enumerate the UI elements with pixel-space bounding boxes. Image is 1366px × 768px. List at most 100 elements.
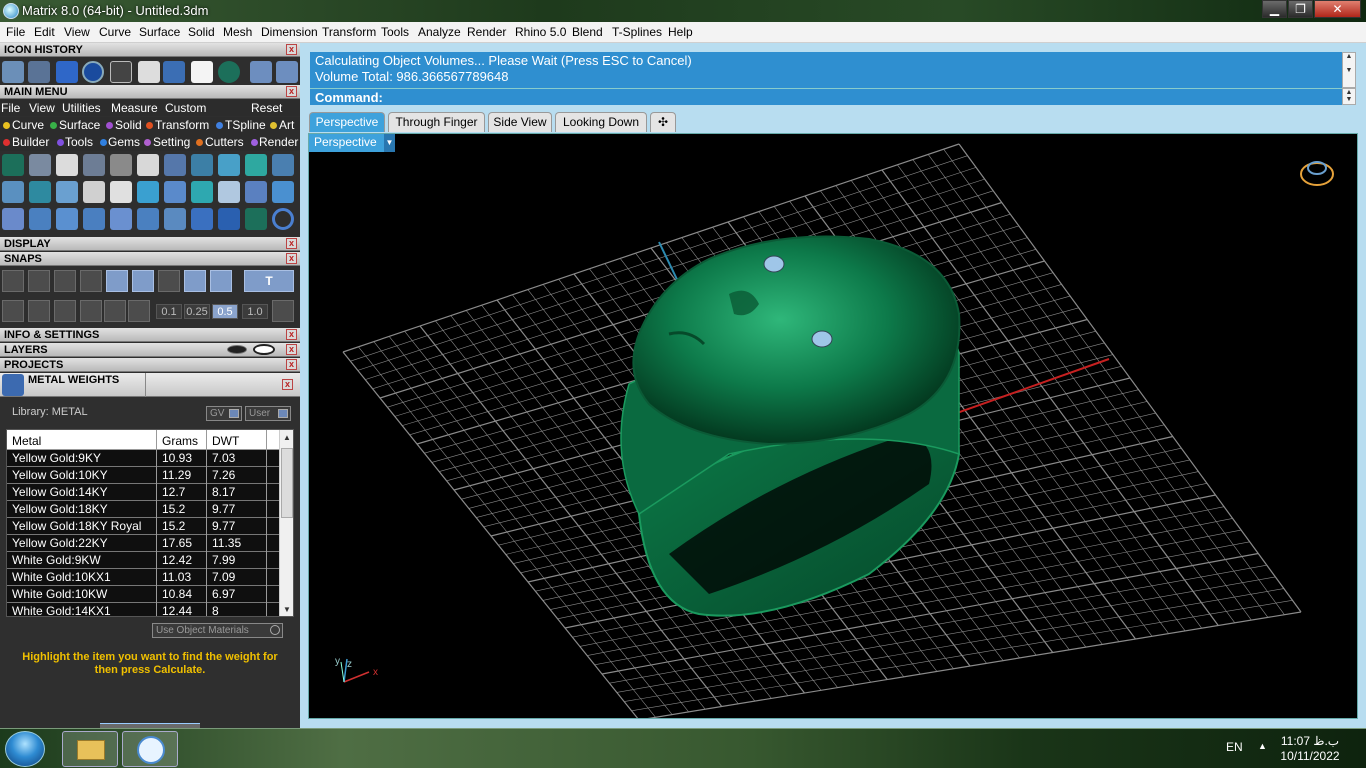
tool-icon-2-1[interactable] <box>2 181 24 203</box>
language-indicator[interactable]: EN <box>1226 740 1243 754</box>
tab-through-finger[interactable]: Through Finger <box>388 112 485 132</box>
tool-icon-2-9[interactable] <box>218 181 240 203</box>
col-grams[interactable]: Grams <box>162 434 198 448</box>
minimize-button[interactable]: ▁ <box>1262 0 1287 18</box>
tool-icon-2-7[interactable] <box>164 181 186 203</box>
cat-surface[interactable]: Surface <box>59 118 100 132</box>
matrix-logo-icon[interactable] <box>218 61 240 83</box>
page-icon[interactable] <box>191 61 213 83</box>
cat-solid[interactable]: Solid <box>115 118 142 132</box>
table-scrollbar[interactable]: ▲ ▼ <box>279 430 293 616</box>
scroll-thumb[interactable] <box>281 448 293 518</box>
snap-mid-icon[interactable] <box>80 270 102 292</box>
close-icon[interactable]: x <box>286 86 297 97</box>
tool-icon-2-3[interactable] <box>56 181 78 203</box>
cat-art[interactable]: Art <box>279 118 294 132</box>
menu-render[interactable]: Render <box>467 25 506 39</box>
ring-nav-icon[interactable] <box>1300 161 1334 186</box>
snap-cen-icon[interactable] <box>106 270 128 292</box>
col-dwt[interactable]: DWT <box>212 434 239 448</box>
tray-expand-icon[interactable]: ▲ <box>1258 741 1267 751</box>
col-metal[interactable]: Metal <box>12 434 41 448</box>
tool-icon-3-11[interactable] <box>272 208 294 230</box>
menu-dimension[interactable]: Dimension <box>261 25 318 39</box>
metal-weights-close[interactable]: x <box>282 378 296 392</box>
command-scrollbar[interactable]: ▲ ▼ <box>1342 88 1356 105</box>
table-row[interactable]: Yellow Gold:22KY 17.65 11.35 <box>7 535 279 552</box>
table-row[interactable]: White Gold:14KX1 12.44 8 <box>7 603 279 616</box>
cat-builder[interactable]: Builder <box>12 135 49 149</box>
gv-toggle[interactable]: GV <box>206 406 242 421</box>
table-row[interactable]: White Gold:10KW 10.84 6.97 <box>7 586 279 603</box>
mm-reset[interactable]: Reset <box>251 101 282 115</box>
table-row[interactable]: Yellow Gold:18KY 15.2 9.77 <box>7 501 279 518</box>
display-header[interactable]: DISPLAY x <box>0 237 300 251</box>
mm-custom[interactable]: Custom <box>165 101 206 115</box>
use-object-materials-toggle[interactable]: Use Object Materials <box>152 623 283 638</box>
snap-value-1[interactable]: 0.25 <box>184 304 210 319</box>
snap-end-icon[interactable] <box>2 270 24 292</box>
snap-tan-icon[interactable] <box>210 270 232 292</box>
tool-icon-2-6[interactable] <box>137 181 159 203</box>
menu-transform[interactable]: Transform <box>322 25 376 39</box>
tool-icon-3-1[interactable] <box>2 208 24 230</box>
table-row[interactable]: Yellow Gold:10KY 11.29 7.26 <box>7 467 279 484</box>
menu-surface[interactable]: Surface <box>139 25 180 39</box>
molecule-icon[interactable] <box>2 61 24 83</box>
table-row[interactable]: Yellow Gold:9KY 10.93 7.03 <box>7 450 279 467</box>
command-prompt[interactable]: Command: <box>310 88 1342 105</box>
perspective-viewport[interactable]: x y z <box>308 133 1358 719</box>
tool-icon-2-10[interactable] <box>245 181 267 203</box>
viewport-label[interactable]: Perspective ▼ <box>309 134 395 152</box>
menu-solid[interactable]: Solid <box>188 25 215 39</box>
snap-text-button[interactable]: T <box>244 270 294 292</box>
mm-utilities[interactable]: Utilities <box>62 101 101 115</box>
tool-icon-1-10[interactable] <box>245 154 267 176</box>
scroll-down-icon[interactable]: ▼ <box>283 605 291 614</box>
matrix-taskbar-icon[interactable] <box>122 731 178 767</box>
add-tab-icon[interactable]: ✣ <box>650 112 676 132</box>
tool-icon-1-11[interactable] <box>272 154 294 176</box>
menu-tsplines[interactable]: T-Splines <box>612 25 662 39</box>
cat-setting[interactable]: Setting <box>153 135 190 149</box>
command-history-scrollbar[interactable]: ▲ ▼ <box>1342 52 1356 88</box>
layer-off-icon[interactable] <box>227 345 247 354</box>
scroll-up-icon[interactable]: ▲ <box>283 433 291 442</box>
grid-snap-icon[interactable] <box>2 300 24 322</box>
tool-icon-3-7[interactable] <box>164 208 186 230</box>
tool-icon-3-2[interactable] <box>29 208 51 230</box>
snap-value-0[interactable]: 0.1 <box>156 304 182 319</box>
document-icon[interactable] <box>138 61 160 83</box>
cat-tools[interactable]: Tools <box>65 135 93 149</box>
scale-icon[interactable] <box>28 61 50 83</box>
menu-rhino[interactable]: Rhino 5.0 <box>515 25 566 39</box>
tool-icon-2-5[interactable] <box>110 181 132 203</box>
tool-icon-2-4[interactable] <box>83 181 105 203</box>
table-row[interactable]: Yellow Gold:18KY Royal 15.2 9.77 <box>7 518 279 535</box>
tool-icon-1-9[interactable] <box>218 154 240 176</box>
eye-icon[interactable] <box>253 344 275 355</box>
tab-perspective[interactable]: Perspective <box>309 112 385 132</box>
viewport-canvas[interactable]: x y z <box>309 134 1358 719</box>
menu-blend[interactable]: Blend <box>572 25 603 39</box>
close-icon[interactable]: x <box>286 359 297 370</box>
table-row[interactable]: White Gold:10KX1 11.03 7.09 <box>7 569 279 586</box>
table-row[interactable]: Yellow Gold:14KY 12.7 8.17 <box>7 484 279 501</box>
menu-analyze[interactable]: Analyze <box>418 25 461 39</box>
circle-icon[interactable] <box>82 61 104 83</box>
layers-header[interactable]: LAYERS x <box>0 343 300 357</box>
menu-tools[interactable]: Tools <box>381 25 409 39</box>
arrow-snap-icon[interactable] <box>128 300 150 322</box>
table-row[interactable]: White Gold:9KW 12.42 7.99 <box>7 552 279 569</box>
back-arrow-icon[interactable] <box>250 61 272 83</box>
close-icon[interactable]: x <box>282 379 293 390</box>
snap-value-2[interactable]: 0.5 <box>212 304 238 319</box>
snap-near-icon[interactable] <box>28 270 50 292</box>
menu-mesh[interactable]: Mesh <box>223 25 252 39</box>
matrix-app-icon[interactable] <box>3 3 19 19</box>
tool-icon-3-5[interactable] <box>110 208 132 230</box>
tool-icon-3-3[interactable] <box>56 208 78 230</box>
grid-toggle-icon[interactable] <box>272 300 294 322</box>
explorer-taskbar-icon[interactable] <box>62 731 118 767</box>
mm-view[interactable]: View <box>29 101 55 115</box>
